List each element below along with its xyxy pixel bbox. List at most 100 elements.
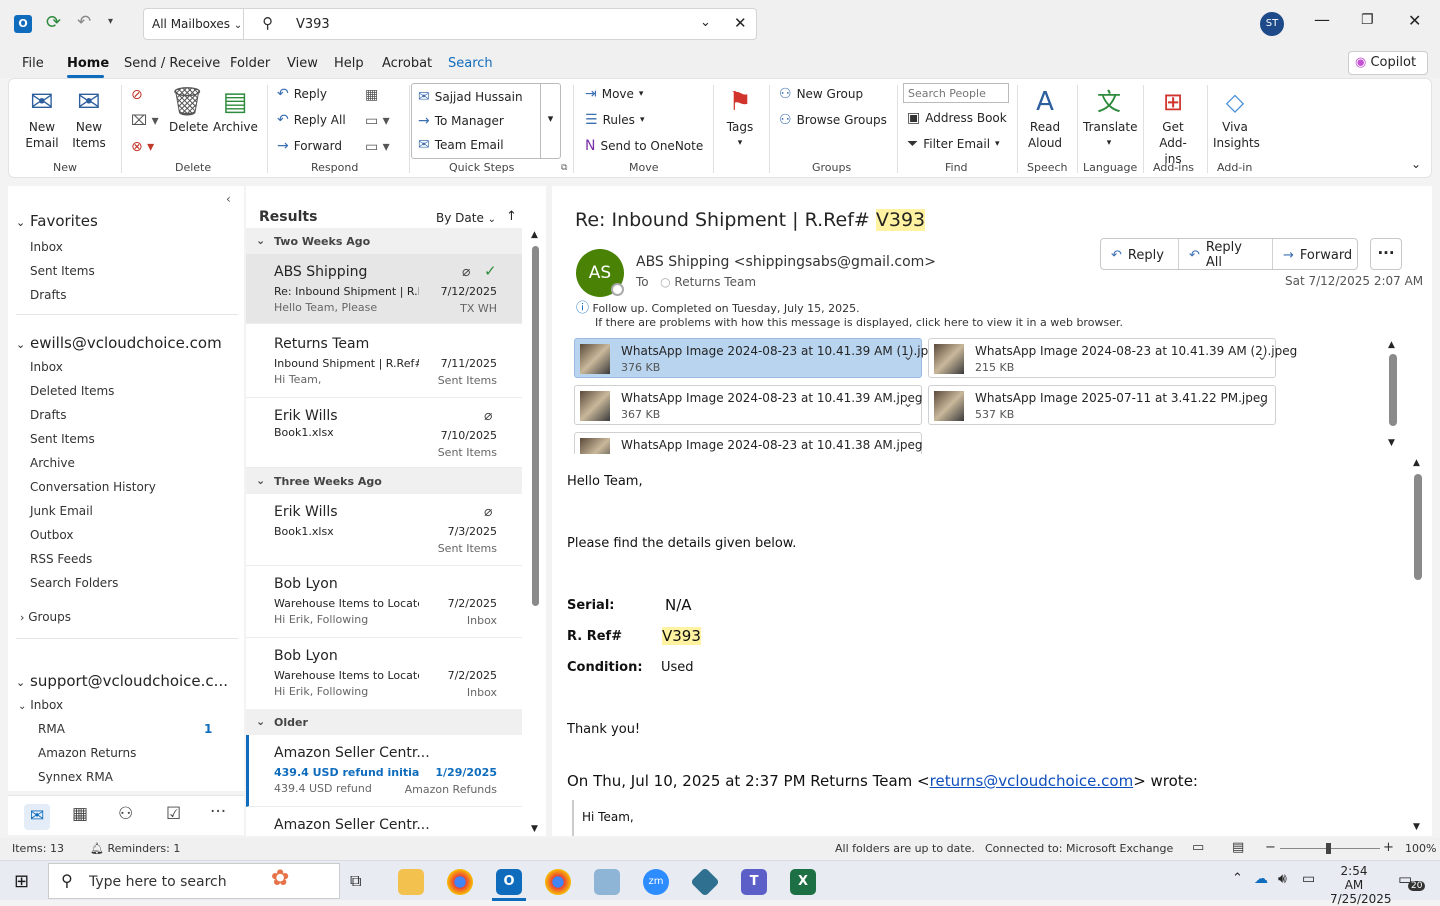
scroll-up-icon[interactable]: ▲	[531, 230, 538, 240]
scroll-down-icon[interactable]: ▼	[531, 824, 538, 834]
network-icon[interactable]: ▭	[1302, 871, 1315, 887]
reply-all-button[interactable]: ↶ Reply All	[277, 113, 346, 127]
collapse-pane-chevron-icon[interactable]: ‹	[226, 192, 231, 206]
sync-icon[interactable]: ⟳	[46, 12, 61, 33]
tab-acrobat[interactable]: Acrobat	[382, 56, 432, 71]
archive-button[interactable]: ▤ Archive	[213, 85, 258, 135]
task-view-icon[interactable]: ⧉	[350, 871, 361, 891]
recipient-name[interactable]: Returns Team	[674, 275, 756, 289]
folder-sent-items[interactable]: Sent Items	[30, 432, 95, 446]
teams-icon[interactable]: T	[741, 869, 767, 895]
attachment-tile[interactable]: WhatsApp Image 2024-08-23 at 10.41.38 AM…	[574, 432, 922, 454]
tab-file[interactable]: File	[22, 56, 44, 71]
browse-groups-button[interactable]: ⚇ Browse Groups	[779, 113, 887, 127]
tab-view[interactable]: View	[287, 56, 318, 71]
junk-icon[interactable]: ⊗ ▾	[131, 139, 154, 155]
restore-icon[interactable]: ❐	[1361, 12, 1374, 28]
fav-inbox[interactable]: Inbox	[30, 240, 63, 254]
account-support[interactable]: ⌄ support@vcloudchoice.c...	[16, 672, 228, 690]
group-header[interactable]: ⌄ Three Weeks Ago	[246, 468, 522, 494]
people-module-icon[interactable]: ⚇	[118, 804, 133, 824]
attachment-chevron-icon[interactable]: ⌄	[1257, 349, 1267, 363]
folder-rss-feeds[interactable]: RSS Feeds	[30, 552, 92, 566]
translate-button[interactable]: 文 Translate ▾	[1083, 85, 1138, 151]
attachment-tile[interactable]: WhatsApp Image 2025-07-11 at 3.41.22 PM.…	[928, 385, 1276, 425]
quote-email-link[interactable]: returns@vcloudchoice.com	[930, 772, 1134, 790]
search-people-input[interactable]	[903, 83, 1009, 103]
meeting-icon[interactable]: ▦	[365, 87, 378, 103]
scroll-down-icon[interactable]: ▼	[1388, 438, 1395, 448]
zoom-out-icon[interactable]: −	[1265, 840, 1276, 855]
attachments-scrollbar[interactable]: ▲ ▼	[1388, 340, 1398, 452]
tab-home[interactable]: Home	[67, 56, 109, 71]
zoom-in-icon[interactable]: +	[1383, 840, 1394, 855]
ignore-icon[interactable]: ⊘	[131, 87, 143, 103]
quick-steps-more-icon[interactable]: ▾	[540, 84, 560, 158]
windows-start-icon[interactable]: ⊞	[14, 871, 29, 892]
completed-check-icon[interactable]: ✓	[484, 262, 497, 280]
groups-folder[interactable]: › Groups	[20, 610, 71, 624]
tasks-module-icon[interactable]: ☑	[166, 804, 181, 824]
group-header[interactable]: ⌄ Two Weeks Ago	[246, 228, 522, 254]
zoom-slider-thumb[interactable]	[1326, 843, 1331, 854]
mail-module-icon[interactable]: ✉	[24, 804, 50, 830]
taskbar-search-box[interactable]: ⚲ Type here to search ✿	[48, 863, 340, 899]
search-options-chevron-icon[interactable]: ⌄	[700, 15, 711, 30]
fav-drafts[interactable]: Drafts	[30, 288, 67, 302]
normal-view-icon[interactable]: ▭	[1192, 840, 1204, 855]
chrome-icon[interactable]	[447, 869, 473, 895]
more-actions-icon[interactable]: ···	[1370, 238, 1402, 270]
sort-direction-arrow-icon[interactable]: ↑	[506, 209, 517, 224]
volume-icon[interactable]: 🔊︎	[1278, 871, 1287, 887]
reminders[interactable]: 🔔︎ Reminders: 1	[90, 842, 180, 855]
scroll-thumb[interactable]	[1389, 354, 1397, 426]
rules-button[interactable]: ☰ Rules ▾	[585, 113, 644, 127]
group-header[interactable]: ⌄ Older	[246, 709, 522, 735]
attachment-tile[interactable]: WhatsApp Image 2024-08-23 at 10.41.39 AM…	[574, 385, 922, 425]
sender-address[interactable]: ABS Shipping <shippingsabs@gmail.com>	[636, 254, 936, 270]
folder-synnex-rma[interactable]: Synnex RMA	[38, 770, 113, 784]
reading-view-icon[interactable]: ▤	[1232, 840, 1244, 855]
attachment-tile[interactable]: WhatsApp Image 2024-08-23 at 10.41.39 AM…	[574, 338, 943, 378]
get-addins-button[interactable]: ⊞ Get Add-ins	[1151, 85, 1195, 167]
delete-button[interactable]: 🗑 Delete	[169, 85, 208, 135]
search-input[interactable]: V393	[296, 17, 330, 32]
tab-help[interactable]: Help	[334, 56, 364, 71]
tab-folder[interactable]: Folder	[230, 56, 270, 71]
customize-toolbar-icon[interactable]: ▾	[108, 16, 113, 27]
new-email-button[interactable]: ✉ New Email	[25, 85, 59, 151]
scroll-down-icon[interactable]: ▼	[1413, 822, 1420, 832]
list-item[interactable]: Amazon Seller Centr...	[246, 807, 522, 836]
more-respond-icon[interactable]: ▭ ▾	[365, 139, 390, 155]
list-item[interactable]: Bob Lyon Warehouse Items to Locate Hi Er…	[246, 566, 522, 638]
undo-icon[interactable]: ↶	[77, 12, 91, 32]
fav-sent-items[interactable]: Sent Items	[30, 264, 95, 278]
reading-reply-button[interactable]: ↶ Reply	[1101, 239, 1179, 269]
minimize-icon[interactable]: —	[1314, 10, 1330, 29]
folder-rma[interactable]: RMA	[38, 722, 65, 736]
scroll-up-icon[interactable]: ▲	[1388, 340, 1395, 350]
close-window-icon[interactable]: ✕	[1408, 11, 1421, 30]
outlook-taskbar-icon[interactable]: O	[496, 869, 522, 895]
move-button[interactable]: ⇥ Move ▾	[585, 87, 643, 101]
sort-by-date-dropdown[interactable]: By Date ⌄	[436, 211, 496, 225]
copilot-button[interactable]: ◉ Copilot	[1348, 51, 1428, 75]
list-item[interactable]: Bob Lyon Warehouse Items to Locate Hi Er…	[246, 638, 522, 710]
attachment-chevron-icon[interactable]: ⌄	[903, 349, 913, 363]
attachment-tile[interactable]: WhatsApp Image 2024-08-23 at 10.41.39 AM…	[928, 338, 1297, 378]
zoom-app-icon[interactable]: zm	[643, 869, 669, 895]
quickstep-sajjad[interactable]: ✉ Sajjad Hussain	[418, 90, 523, 104]
quickstep-team-email[interactable]: ✉ Team Email	[418, 138, 504, 152]
more-modules-icon[interactable]: ···	[210, 802, 226, 822]
forward-button[interactable]: → Forward	[277, 139, 342, 153]
folder-search-folders[interactable]: Search Folders	[30, 576, 118, 590]
tab-search[interactable]: Search	[448, 56, 493, 71]
im-icon[interactable]: ▭ ▾	[365, 113, 390, 129]
dialog-launcher-icon[interactable]: ⧉	[561, 163, 567, 173]
user-avatar[interactable]: ST	[1260, 12, 1284, 36]
viva-insights-button[interactable]: ◇ Viva Insights	[1213, 85, 1260, 151]
file-explorer-icon[interactable]	[398, 869, 424, 895]
folder-archive[interactable]: Archive	[30, 456, 75, 470]
excel-icon[interactable]: X	[790, 869, 816, 895]
clear-search-close-icon[interactable]: ✕	[734, 14, 747, 32]
